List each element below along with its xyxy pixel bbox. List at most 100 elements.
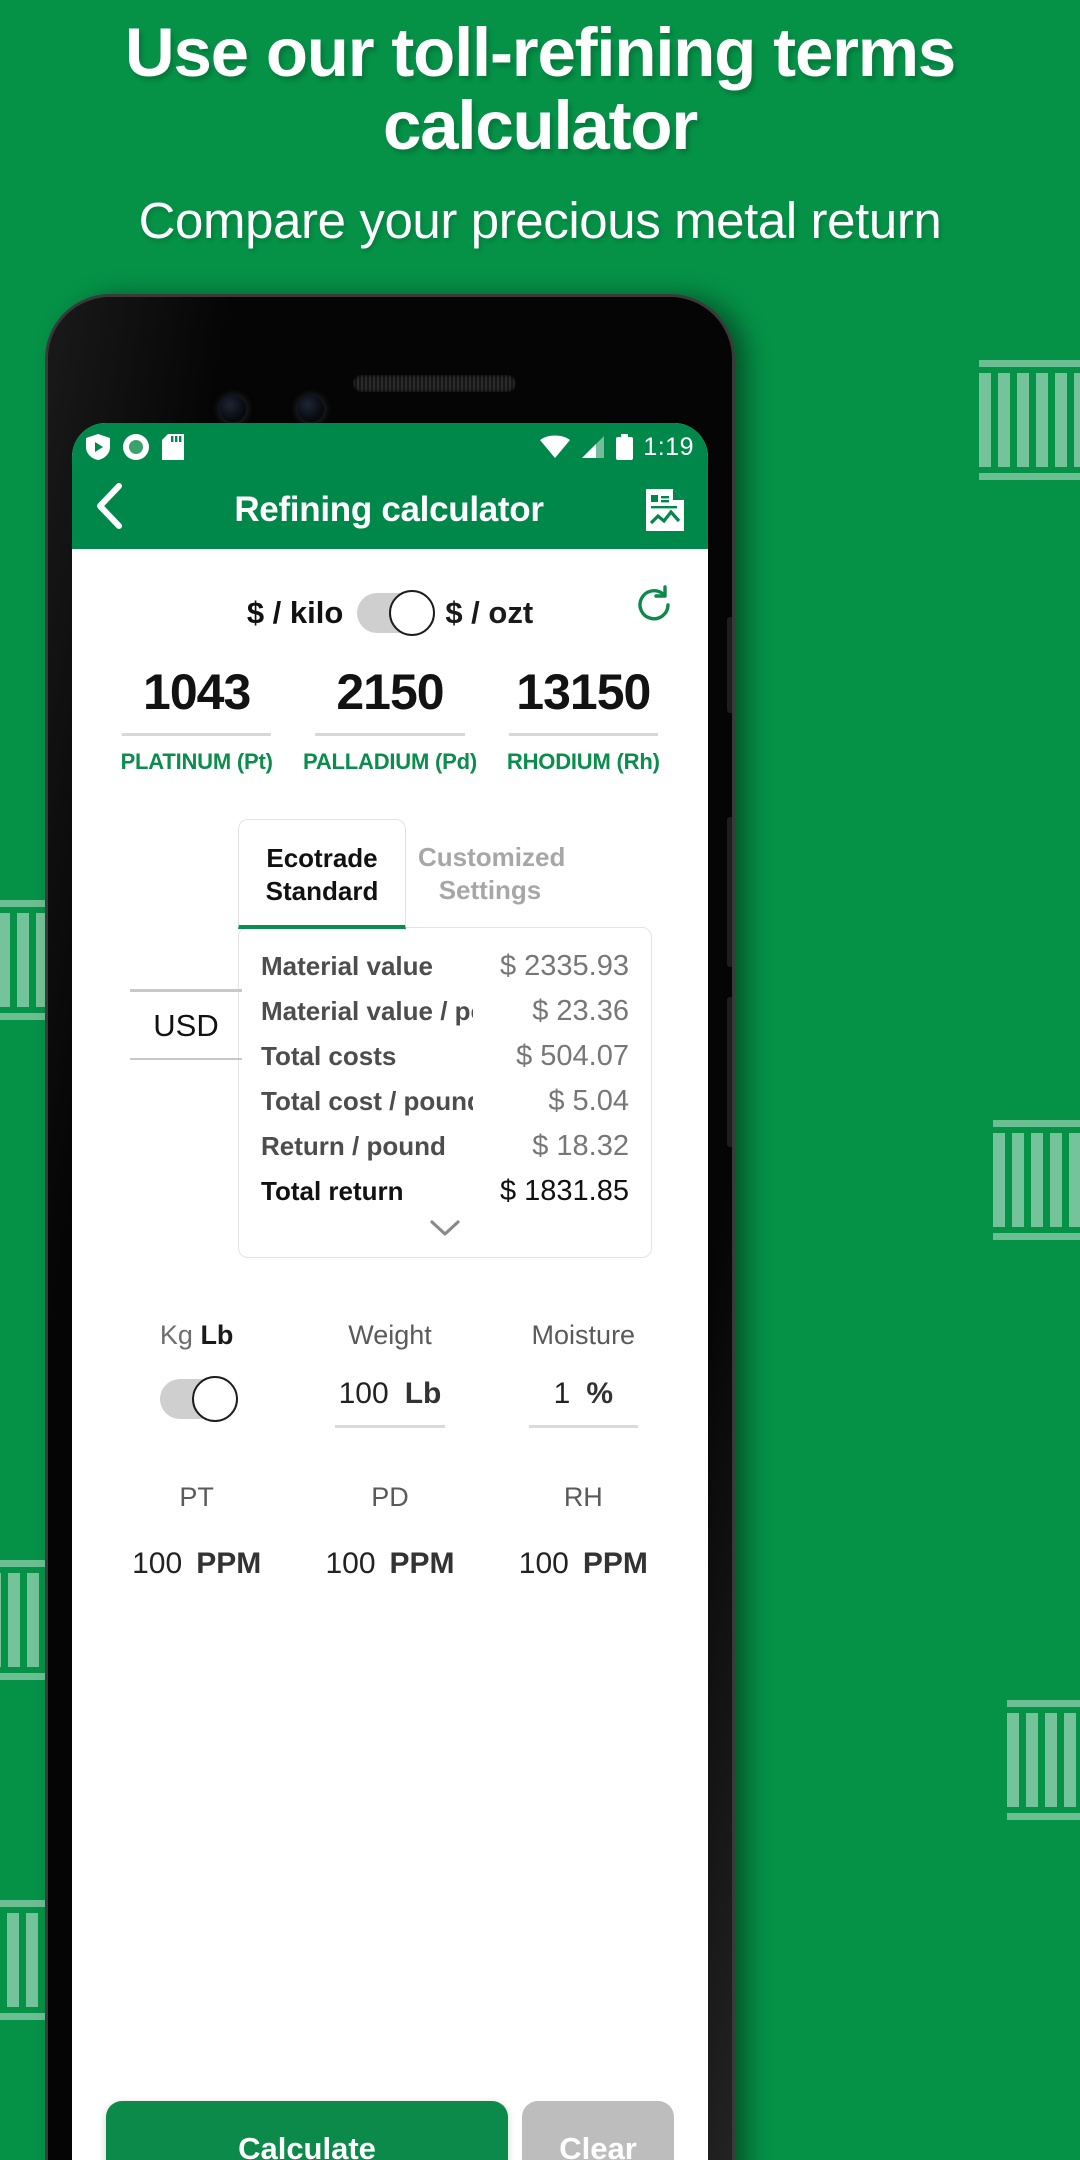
calculate-button[interactable]: Calculate	[106, 2101, 508, 2160]
kg-lb-toggle[interactable]	[159, 1376, 238, 1422]
results-card: Material value $ 2335.93 Material value …	[238, 927, 652, 1258]
promo-block: Use our toll-refining terms calculator C…	[0, 0, 1080, 249]
metal-divider	[508, 733, 658, 736]
ppm-value: 100	[325, 1547, 376, 1580]
weight-input[interactable]: 100 Lb	[293, 1377, 486, 1411]
unit-ozt-label[interactable]: $ / ozt	[445, 595, 533, 631]
sd-card-icon	[162, 434, 184, 460]
weight-row: Kg Lb Weight 100 Lb Moisture 1 %	[100, 1320, 680, 1428]
moisture-value: 1	[553, 1377, 571, 1410]
battery-icon	[616, 434, 634, 460]
action-bar: Calculate Clear	[96, 2101, 684, 2160]
unit-kilo-label[interactable]: $ / kilo	[247, 595, 343, 631]
metal-label: PALLADIUM (Pd)	[303, 749, 477, 774]
metal-label: PLATINUM (Pt)	[120, 749, 273, 774]
weight-value: 100	[338, 1377, 389, 1410]
weight-unit: Lb	[404, 1377, 442, 1410]
result-label: Material value	[261, 951, 433, 981]
status-bar: 1:19	[72, 423, 708, 471]
table-row: Total cost / pound $ 5.04	[261, 1079, 629, 1124]
phone-screen: 1:19 Refining calculator $ / kilo $ / oz…	[72, 423, 708, 2160]
chevron-down-icon[interactable]	[261, 1214, 629, 1249]
volume-up-button[interactable]	[727, 817, 732, 967]
total-return-label: Total return	[261, 1176, 404, 1206]
result-value: $ 2335.93	[499, 950, 629, 982]
calculator-content: $ / kilo $ / ozt 1043 PLATINUM (Pt) 2150…	[72, 549, 708, 1581]
record-circle-icon	[123, 434, 149, 460]
price-unit-row: $ / kilo $ / ozt	[100, 549, 680, 636]
table-row: Material value $ 2335.93	[261, 944, 629, 989]
ppm-column-pd: PD 100 PPM	[293, 1482, 486, 1581]
refresh-icon[interactable]	[632, 583, 676, 627]
result-label: Total cost / pound	[261, 1086, 473, 1116]
metal-palladium[interactable]: 2150 PALLADIUM (Pd)	[293, 663, 486, 775]
moisture-column: Moisture 1 %	[487, 1320, 680, 1428]
metal-divider	[122, 733, 272, 736]
metal-rhodium[interactable]: 13150 RHODIUM (Rh)	[487, 663, 680, 775]
tab-customized-settings[interactable]: Customized Settings	[406, 819, 574, 929]
ppm-column-pt: PT 100 PPM	[100, 1482, 293, 1581]
price-unit-toggle[interactable]	[357, 590, 436, 636]
currency-field[interactable]: USD	[130, 989, 242, 1060]
settings-tabs: Ecotrade Standard Customized Settings	[238, 819, 680, 929]
tab-ecotrade-standard[interactable]: Ecotrade Standard	[238, 819, 406, 929]
table-row: Total costs $ 504.07	[261, 1034, 629, 1079]
metal-divider	[315, 733, 465, 736]
result-label: Return / pound	[261, 1131, 446, 1161]
result-value: $ 23.36	[532, 995, 629, 1027]
metal-price: 13150	[516, 664, 651, 720]
total-return-value: $ 1831.85	[499, 1175, 629, 1207]
background-pattern-right-1	[979, 360, 1080, 480]
metal-label: RHODIUM (Rh)	[506, 749, 660, 774]
front-camera-icon	[220, 396, 246, 422]
ppm-input-rh[interactable]: 100 PPM	[487, 1547, 680, 1581]
moisture-input[interactable]: 1 %	[487, 1377, 680, 1411]
front-sensor-icon	[298, 396, 324, 422]
report-document-icon[interactable]	[644, 487, 686, 533]
ppm-input-pt[interactable]: 100 PPM	[100, 1547, 293, 1581]
promo-subheadline: Compare your precious metal return	[138, 192, 942, 250]
promo-headline: Use our toll-refining terms calculator	[124, 14, 956, 165]
ppm-label: PD	[371, 1482, 409, 1512]
kg-label[interactable]: Kg	[160, 1320, 193, 1350]
cell-signal-icon	[582, 436, 605, 458]
background-pattern-right-2	[993, 1120, 1080, 1240]
weight-label: Weight	[348, 1320, 432, 1350]
shield-play-icon	[86, 434, 110, 460]
wifi-icon	[540, 435, 571, 458]
weight-underline	[335, 1425, 445, 1428]
background-pattern-right-3	[1007, 1700, 1080, 1820]
ppm-row: PT 100 PPM PD 100 PPM RH 100 PPM	[100, 1482, 680, 1581]
page-title: Refining calculator	[234, 490, 544, 529]
volume-down-button[interactable]	[727, 997, 732, 1147]
back-chevron-icon[interactable]	[94, 483, 134, 537]
earpiece-speaker	[353, 375, 516, 392]
result-value: $ 5.04	[548, 1085, 629, 1117]
app-bar: Refining calculator	[72, 471, 708, 549]
lb-label[interactable]: Lb	[200, 1320, 233, 1350]
ppm-label: PT	[179, 1482, 214, 1512]
field-bottom-rule	[130, 1057, 242, 1060]
toggle-knob	[191, 1376, 238, 1422]
result-value: $ 18.32	[532, 1130, 629, 1162]
status-bar-clock: 1:19	[643, 432, 694, 461]
ppm-column-rh: RH 100 PPM	[487, 1482, 680, 1581]
status-bar-left-icons	[86, 434, 184, 460]
metal-platinum[interactable]: 1043 PLATINUM (Pt)	[100, 663, 293, 775]
moisture-unit: %	[586, 1377, 613, 1410]
metal-price: 2150	[336, 664, 444, 720]
result-label: Total costs	[261, 1041, 397, 1071]
metal-price: 1043	[143, 664, 251, 720]
result-label: Material value / pound	[261, 996, 473, 1026]
clear-button[interactable]: Clear	[522, 2101, 674, 2160]
ppm-unit: PPM	[582, 1547, 648, 1580]
ppm-unit: PPM	[389, 1547, 455, 1580]
power-button[interactable]	[727, 617, 732, 713]
ppm-input-pd[interactable]: 100 PPM	[293, 1547, 486, 1581]
metal-prices-row: 1043 PLATINUM (Pt) 2150 PALLADIUM (Pd) 1…	[100, 633, 680, 775]
ppm-unit: PPM	[196, 1547, 262, 1580]
unit-kg-lb-column: Kg Lb	[100, 1320, 293, 1428]
status-bar-right-icons: 1:19	[540, 433, 694, 462]
moisture-label: Moisture	[531, 1320, 636, 1350]
ppm-value: 100	[518, 1547, 569, 1580]
